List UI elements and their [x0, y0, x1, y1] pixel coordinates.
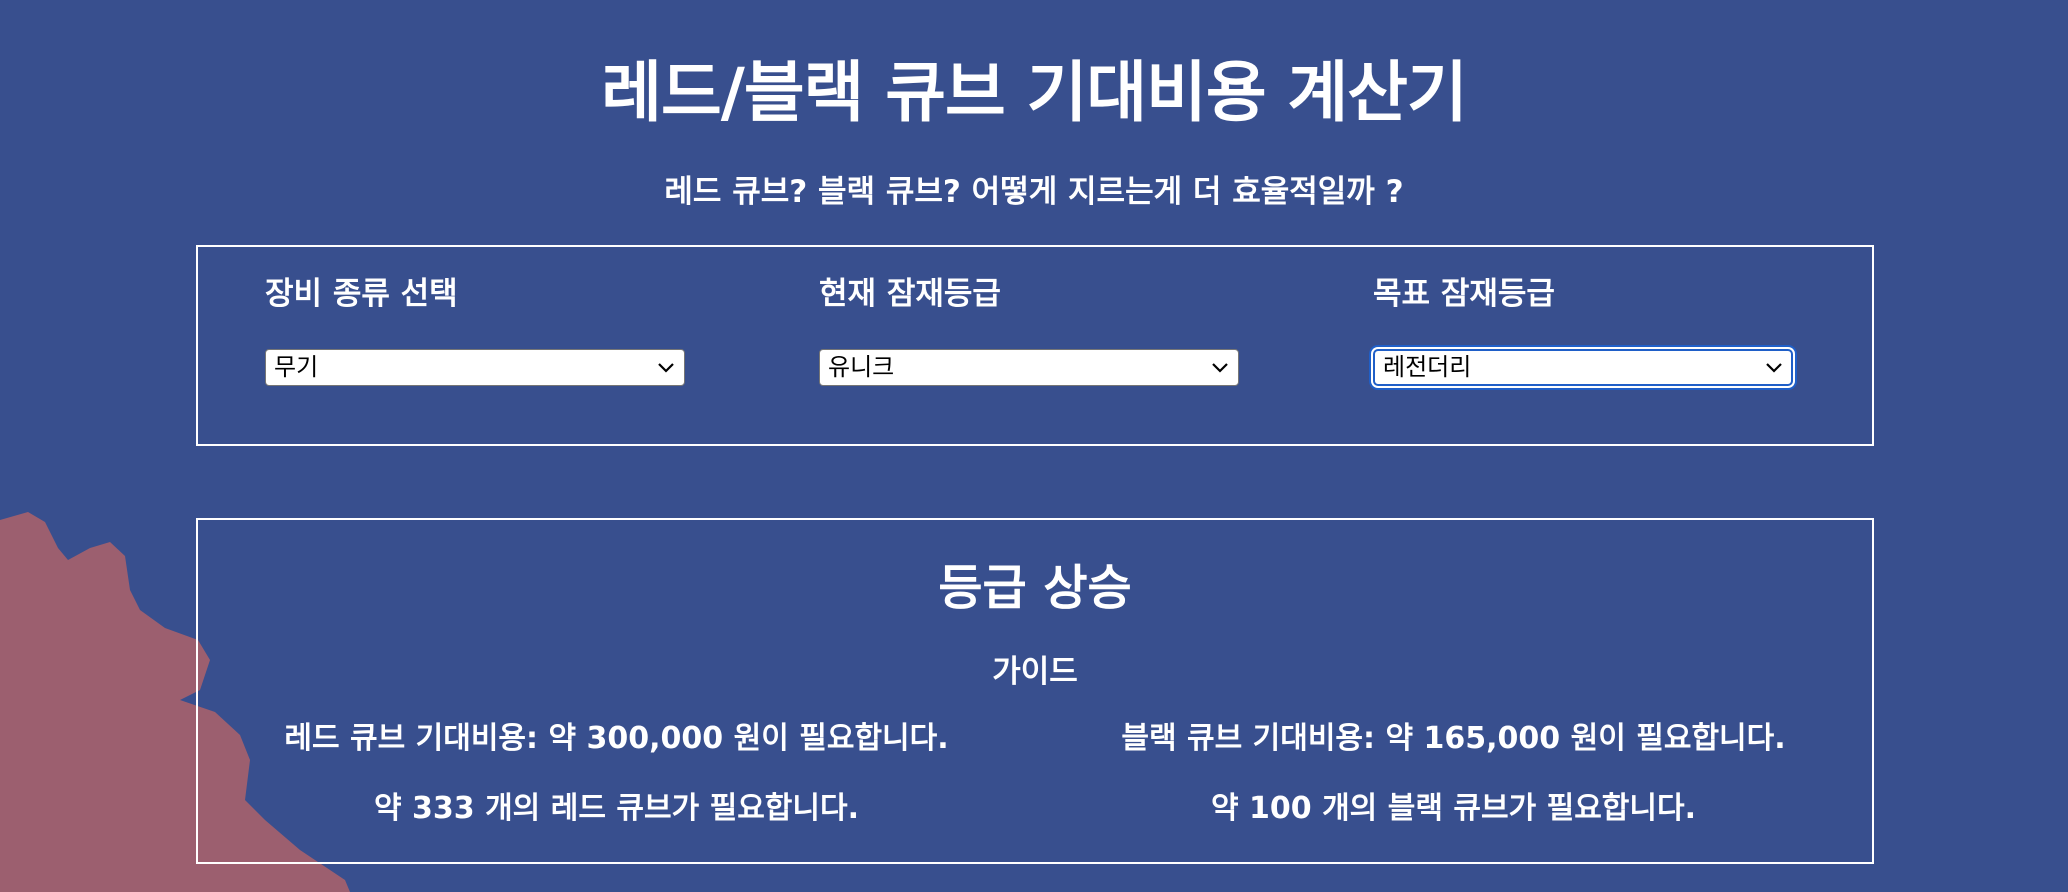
page-subtitle: 레드 큐브? 블랙 큐브? 어떻게 지르는게 더 효율적일까 ? [664, 174, 1404, 210]
current-grade-select-value: 유니크 [828, 353, 895, 381]
target-grade-select[interactable]: 레전더리 [1373, 349, 1793, 386]
red-cube-count-text: 약 333 개의 레드 큐브가 필요합니다. [373, 791, 860, 826]
guide-label: 가이드 [992, 654, 1078, 690]
page-title: 레드/블랙 큐브 기대비용 계산기 [601, 54, 1467, 131]
equipment-select-label: 장비 종류 선택 [265, 276, 458, 312]
black-cube-cost-text: 블랙 큐브 기대비용: 약 165,000 원이 필요합니다. [1121, 721, 1786, 756]
black-cube-count-text: 약 100 개의 블랙 큐브가 필요합니다. [1210, 791, 1697, 826]
equipment-select-value: 무기 [274, 353, 319, 381]
result-title: 등급 상승 [938, 560, 1132, 616]
red-cube-cost-text: 레드 큐브 기대비용: 약 300,000 원이 필요합니다. [284, 721, 949, 756]
current-grade-select-label: 현재 잠재등급 [819, 276, 1001, 312]
target-grade-select-value: 레전더리 [1383, 353, 1472, 381]
equipment-select[interactable]: 무기 [265, 349, 685, 386]
chevron-down-icon [658, 363, 674, 373]
current-grade-select[interactable]: 유니크 [819, 349, 1239, 386]
chevron-down-icon [1212, 363, 1228, 373]
result-panel: 등급 상승 가이드 레드 큐브 기대비용: 약 300,000 원이 필요합니다… [196, 518, 1874, 864]
page: 레드/블랙 큐브 기대비용 계산기 레드 큐브? 블랙 큐브? 어떻게 지르는게… [0, 0, 2068, 892]
grade-selector-panel: 장비 종류 선택 무기 현재 잠재등급 유니크 목표 잠재등급 레전더리 [196, 245, 1874, 446]
target-grade-select-label: 목표 잠재등급 [1373, 276, 1555, 312]
chevron-down-icon [1766, 363, 1782, 373]
